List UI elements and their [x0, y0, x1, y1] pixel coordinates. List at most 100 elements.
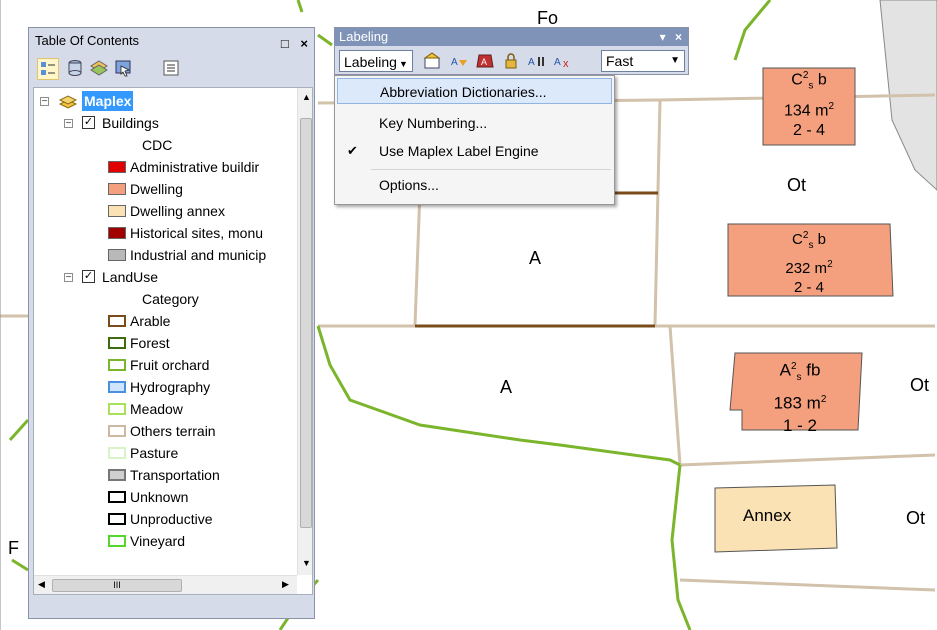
labeling-toolbar: Labeling ▾ × Labeling ▼ A A A Ax Fast ▼ [334, 27, 689, 75]
collapse-icon[interactable]: − [64, 273, 73, 283]
symbol-swatch [108, 183, 126, 195]
symbol-swatch [108, 425, 126, 437]
scroll-up-icon[interactable]: ▲ [302, 92, 311, 102]
scroll-right-icon[interactable]: ▶ [282, 579, 289, 590]
legend-item: Forest [34, 332, 292, 354]
symbol-swatch [108, 447, 126, 459]
field-label: Category [142, 291, 199, 307]
svg-text:A: A [528, 57, 535, 68]
check-icon: ✔ [347, 143, 358, 158]
table-of-contents-window: Table Of Contents □ × − Maplex − ✓ Build… [28, 27, 315, 619]
list-by-source-icon[interactable] [65, 58, 87, 80]
map-label-ot1: Ot [787, 175, 807, 195]
label-manager-icon[interactable] [423, 52, 443, 70]
symbol-swatch [108, 535, 126, 547]
toolbar-close-button[interactable]: × [675, 30, 682, 44]
toc-titlebar[interactable]: Table Of Contents □ × [29, 28, 314, 54]
dataframe-name[interactable]: Maplex [82, 91, 134, 111]
symbol-swatch [108, 381, 126, 393]
symbol-swatch [108, 403, 126, 415]
symbol-swatch [108, 227, 126, 239]
field-label: CDC [142, 137, 173, 153]
symbol-swatch [108, 513, 126, 525]
symbol-swatch [108, 315, 126, 327]
toc-toolbar [29, 55, 314, 85]
map-label-ot2: Ot [910, 375, 930, 395]
toc-dock-button[interactable]: □ [281, 36, 289, 51]
map-label-fo: Fo [537, 8, 559, 28]
menu-item-key-numbering[interactable]: Key Numbering... [337, 110, 612, 136]
legend-item: Fruit orchard [34, 354, 292, 376]
svg-text:A: A [481, 57, 487, 67]
toc-tree[interactable]: − Maplex − ✓ Buildings CDC Administrativ… [33, 87, 313, 595]
map-label-f: F [8, 538, 19, 558]
legend-item: Dwelling [34, 178, 292, 200]
legend-item: Historical sites, monu [34, 222, 292, 244]
visibility-checkbox[interactable]: ✓ [82, 116, 95, 129]
svg-text:A: A [554, 57, 561, 68]
label-priority-icon[interactable]: A [449, 52, 469, 70]
toc-title: Table Of Contents [35, 33, 140, 48]
labeling-title: Labeling [339, 29, 389, 44]
menu-separator [371, 169, 611, 170]
svg-text:x: x [563, 58, 569, 70]
label-weights-icon[interactable]: A [475, 52, 495, 70]
labeling-dropdown-menu: Abbreviation Dictionaries... Key Numberi… [334, 75, 615, 205]
map-label-a1: A [529, 248, 542, 268]
symbol-swatch [108, 469, 126, 481]
legend-item: Pasture [34, 442, 292, 464]
list-by-visibility-icon[interactable] [89, 58, 111, 80]
collapse-icon[interactable]: − [40, 97, 49, 107]
labeling-menu-button[interactable]: Labeling ▼ [339, 50, 413, 72]
horizontal-scrollbar[interactable]: ◀ III ▶ [34, 575, 297, 594]
layer-name[interactable]: Buildings [102, 112, 159, 134]
toolbar-menu-arrow-icon[interactable]: ▾ [660, 30, 666, 44]
scroll-left-icon[interactable]: ◀ [38, 579, 45, 590]
options-icon[interactable] [161, 58, 183, 80]
legend-item: Unknown [34, 486, 292, 508]
legend-item: Arable [34, 310, 292, 332]
legend-item: Dwelling annex [34, 200, 292, 222]
menu-item-abbreviation-dictionaries[interactable]: Abbreviation Dictionaries... [337, 78, 612, 104]
dropdown-arrow-icon: ▼ [398, 59, 408, 69]
symbol-swatch [108, 161, 126, 173]
symbol-swatch [108, 337, 126, 349]
legend-item: Unproductive [34, 508, 292, 530]
legend-item: Industrial and municip [34, 244, 292, 266]
map-label-annex: Annex [743, 506, 792, 525]
building-3-label: A2s fb 183 m2 1 - 2 [773, 360, 827, 435]
select-arrow-icon: ▼ [670, 55, 680, 66]
collapse-icon[interactable]: − [64, 119, 73, 129]
tree-item-maplex[interactable]: − Maplex [34, 90, 284, 112]
visibility-checkbox[interactable]: ✓ [82, 270, 95, 283]
legend-item: Administrative buildir [34, 156, 292, 178]
layer-name[interactable]: LandUse [102, 266, 158, 288]
horizontal-scroll-thumb[interactable]: III [52, 579, 182, 592]
legend-item: Hydrography [34, 376, 292, 398]
view-unplaced-labels-icon[interactable]: Ax [553, 52, 573, 70]
scroll-down-icon[interactable]: ▼ [302, 558, 311, 568]
lock-labels-icon[interactable] [501, 52, 521, 70]
labeling-titlebar[interactable]: Labeling ▾ × [335, 28, 688, 46]
menu-item-options[interactable]: Options... [337, 172, 612, 198]
legend-item: Transportation [34, 464, 292, 486]
toc-close-button[interactable]: × [300, 36, 308, 51]
vertical-scroll-thumb[interactable] [300, 118, 312, 528]
building-2-label: C2s b 232 m2 2 - 4 [785, 230, 833, 296]
legend-item: Meadow [34, 398, 292, 420]
list-by-drawing-order-icon[interactable] [37, 58, 59, 80]
symbol-swatch [108, 205, 126, 217]
map-label-ot3: Ot [906, 508, 926, 528]
legend-item: Vineyard [34, 530, 292, 552]
tree-item-landuse[interactable]: − ✓ LandUse [34, 266, 284, 288]
legend-item: Others terrain [34, 420, 292, 442]
symbol-swatch [108, 359, 126, 371]
list-by-selection-icon[interactable] [113, 58, 135, 80]
pause-labeling-icon[interactable]: A [527, 52, 547, 70]
symbol-swatch [108, 249, 126, 261]
vertical-scrollbar[interactable]: ▲ ▼ [297, 88, 312, 575]
tree-item-buildings[interactable]: − ✓ Buildings [34, 112, 284, 134]
placement-quality-select[interactable]: Fast ▼ [601, 50, 685, 72]
menu-item-use-maplex-engine[interactable]: ✔ Use Maplex Label Engine [337, 138, 612, 164]
building-1-label: C2s b 134 m2 2 - 4 [783, 70, 835, 139]
